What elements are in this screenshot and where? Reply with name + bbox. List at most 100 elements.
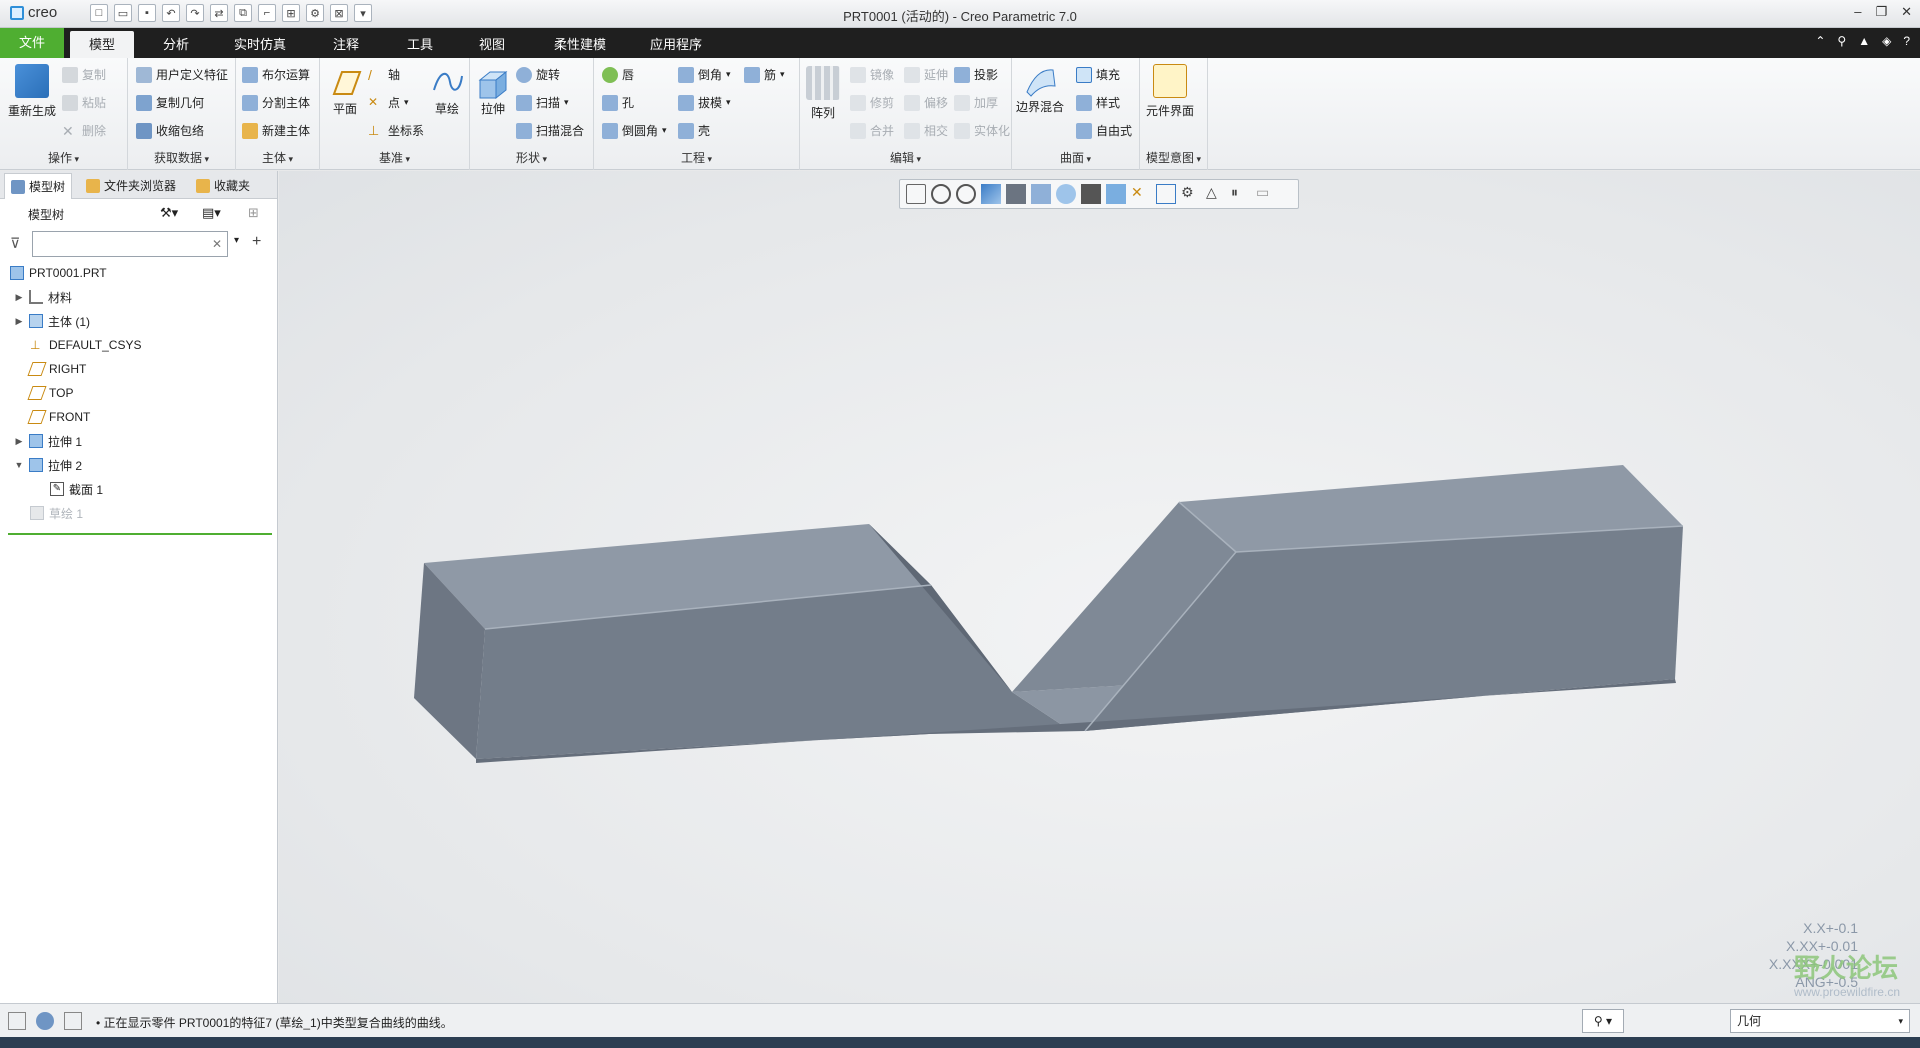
chamfer-button[interactable]: 倒角 ▾	[678, 66, 731, 83]
sweep-button[interactable]: 扫描 ▾	[516, 94, 569, 111]
tree-node-extrude-2[interactable]: ▼ 拉伸 2	[14, 455, 82, 475]
copy-geometry-button[interactable]: 复制几何	[136, 94, 204, 111]
trim-button[interactable]: 修剪	[850, 94, 894, 111]
group-label-editing[interactable]: 编辑	[800, 149, 1011, 166]
close-window-icon[interactable]: ⊠	[330, 4, 348, 22]
group-label-operations[interactable]: 操作	[0, 149, 127, 166]
undo-icon[interactable]: ↶	[162, 4, 180, 22]
full-screen-icon[interactable]	[64, 1012, 82, 1030]
draft-button[interactable]: 拔模 ▾	[678, 94, 731, 111]
pattern-button[interactable]: 阵列	[806, 66, 840, 121]
intersect-button[interactable]: 相交	[904, 122, 948, 139]
learning-icon[interactable]: ▲	[1858, 34, 1870, 48]
project-button[interactable]: 投影	[954, 66, 998, 83]
tree-columns-icon[interactable]: ⊞	[248, 205, 259, 221]
settings-icon[interactable]: ⚙	[306, 4, 324, 22]
tree-node-sketch-1[interactable]: 草绘 1	[30, 503, 83, 523]
udf-button[interactable]: 用户定义特征	[136, 66, 228, 83]
tree-node-extrude-1[interactable]: ▶ 拉伸 1	[14, 431, 82, 451]
boolean-button[interactable]: 布尔运算	[242, 66, 310, 83]
merge-button[interactable]: 合并	[850, 122, 894, 139]
copy-button[interactable]: 复制	[62, 66, 106, 83]
hole-button[interactable]: 孔	[602, 94, 634, 111]
tree-show-icon[interactable]: ▤▾	[202, 205, 221, 221]
restore-icon[interactable]: ❐	[1875, 4, 1887, 20]
show-navigator-icon[interactable]	[8, 1012, 26, 1030]
shell-button[interactable]: 壳	[678, 122, 710, 139]
tree-node-section-1[interactable]: ✎ 截面 1	[50, 479, 103, 499]
tab-tools[interactable]: 工具	[388, 31, 452, 58]
minimize-icon[interactable]: –	[1854, 4, 1861, 20]
tab-file[interactable]: 文件	[0, 28, 64, 58]
delete-button[interactable]: ✕ 删除	[62, 122, 106, 139]
search-options-icon[interactable]: ▾	[234, 235, 239, 246]
select-icon[interactable]: ⌐	[258, 4, 276, 22]
axis-button[interactable]: / 轴	[368, 66, 400, 83]
tab-model[interactable]: 模型	[70, 31, 134, 58]
expand-icon[interactable]: ▶	[14, 316, 24, 327]
tree-node-part[interactable]: PRT0001.PRT	[10, 263, 107, 283]
tree-node-right[interactable]: RIGHT	[27, 359, 86, 379]
add-filter-icon[interactable]: +	[252, 233, 261, 251]
filter-icon[interactable]: ⊽	[10, 235, 20, 252]
thicken-button[interactable]: 加厚	[954, 94, 998, 111]
rib-button[interactable]: 筋 ▾	[744, 66, 785, 83]
round-button[interactable]: 倒圆角 ▾	[602, 122, 667, 139]
component-interface-button[interactable]: 元件界面	[1146, 64, 1194, 119]
boundary-blend-button[interactable]: 边界混合	[1016, 64, 1064, 115]
tree-search-input[interactable]	[32, 231, 228, 257]
search-help-icon[interactable]: ⚲	[1837, 34, 1846, 48]
group-label-shapes[interactable]: 形状	[470, 149, 593, 166]
style-button[interactable]: 样式	[1076, 94, 1120, 111]
customize-qa-icon[interactable]: ▾	[354, 4, 372, 22]
shrinkwrap-button[interactable]: 收缩包络	[136, 122, 204, 139]
solidify-button[interactable]: 实体化	[954, 122, 1010, 139]
extend-button[interactable]: 延伸	[904, 66, 948, 83]
split-body-button[interactable]: 分割主体	[242, 94, 310, 111]
point-button[interactable]: ✕ 点 ▾	[368, 94, 409, 111]
collapse-ribbon-icon[interactable]: ⌃	[1815, 34, 1825, 48]
tab-analysis[interactable]: 分析	[144, 31, 208, 58]
group-label-body[interactable]: 主体	[236, 149, 319, 166]
find-button[interactable]: ⚲ ▾	[1582, 1009, 1624, 1033]
tab-live-simulation[interactable]: 实时仿真	[220, 31, 300, 58]
tab-flexible-modeling[interactable]: 柔性建模	[540, 31, 620, 58]
tree-node-top[interactable]: TOP	[27, 383, 73, 403]
revolve-button[interactable]: 旋转	[516, 66, 560, 83]
tab-view[interactable]: 视图	[460, 31, 524, 58]
tree-node-front[interactable]: FRONT	[27, 407, 90, 427]
help-icon[interactable]: ?	[1903, 34, 1910, 48]
show-browser-icon[interactable]	[36, 1012, 54, 1030]
expand-icon[interactable]: ▶	[14, 436, 24, 447]
open-folder-icon[interactable]: ▭	[114, 4, 132, 22]
save-icon[interactable]: ▪	[138, 4, 156, 22]
swept-blend-button[interactable]: 扫描混合	[516, 122, 584, 139]
group-label-surfaces[interactable]: 曲面	[1012, 149, 1139, 166]
paste-icon[interactable]: ⊞	[282, 4, 300, 22]
community-icon[interactable]: ◈	[1882, 34, 1891, 48]
group-label-get-data[interactable]: 获取数据	[128, 149, 235, 166]
insert-here-indicator[interactable]	[8, 533, 272, 535]
new-body-button[interactable]: 新建主体	[242, 122, 310, 139]
clear-search-icon[interactable]: ✕	[212, 237, 222, 251]
freestyle-button[interactable]: 自由式	[1076, 122, 1132, 139]
group-label-model-intent[interactable]: 模型意图	[1140, 149, 1207, 166]
group-label-engineering[interactable]: 工程	[594, 149, 799, 166]
fill-button[interactable]: 填充	[1076, 66, 1120, 83]
regenerate-button[interactable]: 重新生成	[8, 64, 56, 119]
tab-applications[interactable]: 应用程序	[636, 31, 716, 58]
extrude-button[interactable]: 拉伸	[476, 66, 510, 117]
tree-node-material[interactable]: ▶ 材料	[14, 287, 72, 307]
sketch-button[interactable]: 草绘	[430, 66, 464, 117]
csys-button[interactable]: ⊥ 坐标系	[368, 122, 424, 139]
close-icon[interactable]: ✕	[1901, 4, 1912, 20]
group-label-datum[interactable]: 基准	[320, 149, 469, 166]
lip-button[interactable]: 唇	[602, 66, 634, 83]
graphics-window[interactable]: ✕ ⚙ △ ⏸ ▭ X.X+-0.1 X.XX+-0.01 X.XXX+-0.0…	[279, 171, 1920, 1003]
tab-annotate[interactable]: 注释	[314, 31, 378, 58]
mirror-button[interactable]: 镜像	[850, 66, 894, 83]
selection-filter[interactable]: 几何 ▾	[1730, 1009, 1910, 1033]
redo-icon[interactable]: ↷	[186, 4, 204, 22]
tab-folder-browser[interactable]: 文件夹浏览器	[80, 173, 182, 199]
tab-favorites[interactable]: 收藏夹	[190, 173, 256, 199]
